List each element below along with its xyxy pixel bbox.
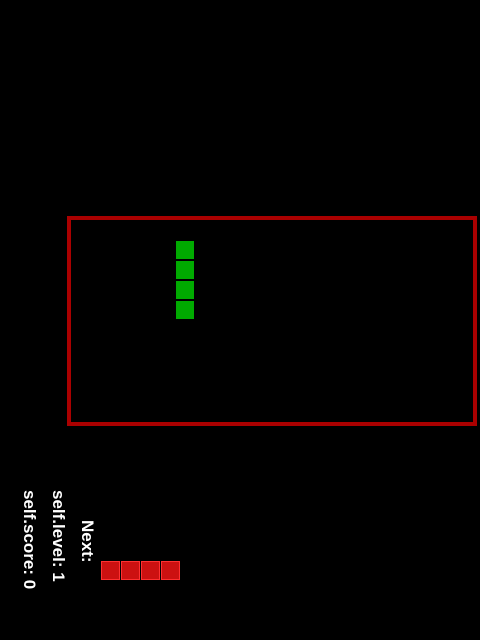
next-piece-block xyxy=(161,561,180,580)
level-label: self.level: 1 xyxy=(49,490,68,582)
next-piece-block xyxy=(101,561,120,580)
next-piece-block xyxy=(121,561,140,580)
active-piece-block xyxy=(176,261,194,279)
next-piece-block xyxy=(141,561,160,580)
score-label: self.score: 0 xyxy=(20,490,39,590)
game-board xyxy=(67,216,477,426)
active-piece-block xyxy=(176,281,194,299)
active-piece-block xyxy=(176,301,194,319)
next-label: Next: xyxy=(78,520,97,563)
active-piece-block xyxy=(176,241,194,259)
